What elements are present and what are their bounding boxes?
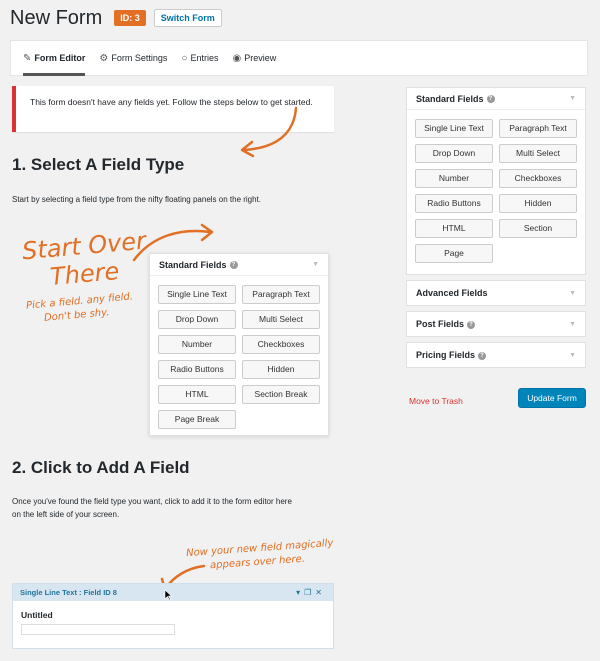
tab-form-editor[interactable]: ✎ Form Editor [23,40,86,76]
close-icon[interactable]: ✕ [315,588,326,597]
pricing-fields-panel[interactable]: Pricing Fields? ▼ [406,342,586,368]
collapse-arrow-icon[interactable]: ▼ [569,352,576,359]
field-button[interactable]: Hidden [242,360,320,379]
page-title: New Form [10,6,103,29]
help-icon[interactable]: ? [467,320,476,329]
panel-title: Standard Fields [416,93,484,104]
field-button[interactable]: HTML [415,219,493,238]
field-button[interactable]: Checkboxes [499,169,577,188]
panel-title: Standard Fields [159,259,227,270]
field-button[interactable]: Drop Down [158,310,236,329]
field-button[interactable]: Single Line Text [415,119,493,138]
step1-heading: 1. Select A Field Type [12,155,185,174]
panel-title: Advanced Fields [416,288,488,298]
field-button[interactable]: Multi Select [242,310,320,329]
panel-header[interactable]: Standard Fields? ▼ [150,254,328,276]
arrow-annotation-icon [240,106,298,158]
field-button[interactable]: Section [499,219,577,238]
step1-text: Start by selecting a field type from the… [12,195,262,204]
demo-standard-fields-panel: Standard Fields? ▼ Single Line Text Para… [149,253,329,436]
sample-field-editor[interactable]: Single Line Text : Field ID 8 ▾❐✕ Untitl… [12,583,334,649]
field-button[interactable]: Drop Down [415,144,493,163]
field-button[interactable]: Radio Buttons [415,194,493,213]
field-label: Untitled [21,610,53,620]
field-button[interactable]: HTML [158,385,236,404]
switch-form-button[interactable]: Switch Form [153,9,222,27]
field-button[interactable]: Page Break [158,410,236,429]
panel-title: Pricing Fields [416,350,476,360]
field-preview-input [21,624,175,635]
annotation-dont-be-shy: Don't be shy. [43,307,110,324]
field-title-bar[interactable]: Single Line Text : Field ID 8 ▾❐✕ [13,584,333,601]
form-id-badge: ID: 3 [114,10,146,26]
advanced-fields-panel[interactable]: Advanced Fields ▼ [406,280,586,306]
cursor-icon [164,589,172,601]
field-button[interactable]: Section Break [242,385,320,404]
help-icon[interactable]: ? [229,261,238,270]
gears-icon: ⚙ [99,52,109,64]
field-button[interactable]: Single Line Text [158,285,236,304]
step2-text-line2: on the left side of your screen. [12,510,120,519]
collapse-arrow-icon[interactable]: ▼ [312,261,319,268]
field-button[interactable]: Multi Select [499,144,577,163]
form-toolbar: ✎ Form Editor ⚙ Form Settings ○ Entries … [10,40,588,76]
chevron-down-icon[interactable]: ▾ [296,588,304,597]
field-button[interactable]: Number [415,169,493,188]
collapse-arrow-icon[interactable]: ▼ [569,290,576,297]
field-button[interactable]: Radio Buttons [158,360,236,379]
field-button-grid: Single Line Text Paragraph Text Drop Dow… [407,110,585,272]
tab-form-settings[interactable]: ⚙ Form Settings [99,40,167,76]
field-button-grid: Single Line Text Paragraph Text Drop Dow… [150,276,328,438]
annotation-pick-field: Pick a field. any field. [25,291,134,312]
tab-label: Preview [244,53,277,63]
step2-text-line1: Once you've found the field type you wan… [12,497,292,506]
tab-entries[interactable]: ○ Entries [181,40,218,76]
panel-header[interactable]: Standard Fields? ▼ [407,88,585,110]
field-bar-label: Single Line Text : Field ID 8 [20,588,117,597]
panel-title: Post Fields [416,319,465,329]
pencil-icon: ✎ [23,52,32,64]
collapse-arrow-icon[interactable]: ▼ [569,95,576,102]
help-icon[interactable]: ? [478,351,487,360]
field-button[interactable]: Checkboxes [242,335,320,354]
tab-preview[interactable]: ◉ Preview [232,40,276,76]
collapse-arrow-icon[interactable]: ▼ [569,321,576,328]
help-icon[interactable]: ? [486,95,495,104]
page-header: New Form ID: 3 Switch Form [10,6,222,30]
field-button[interactable]: Page [415,244,493,263]
step2-heading: 2. Click to Add A Field [12,458,190,477]
comment-icon: ○ [181,52,188,64]
tab-label: Form Settings [111,53,168,63]
tab-label: Form Editor [34,53,86,63]
post-fields-panel[interactable]: Post Fields? ▼ [406,311,586,337]
eye-icon: ◉ [232,52,242,64]
move-to-trash-link[interactable]: Move to Trash [409,396,463,406]
annotation-there: There [48,257,121,291]
field-button[interactable]: Number [158,335,236,354]
field-button[interactable]: Paragraph Text [242,285,320,304]
standard-fields-panel: Standard Fields? ▼ Single Line Text Para… [406,87,586,275]
field-button[interactable]: Hidden [499,194,577,213]
duplicate-icon[interactable]: ❐ [304,588,315,597]
field-button[interactable]: Paragraph Text [499,119,577,138]
update-form-button[interactable]: Update Form [518,388,586,408]
tab-label: Entries [190,53,219,63]
